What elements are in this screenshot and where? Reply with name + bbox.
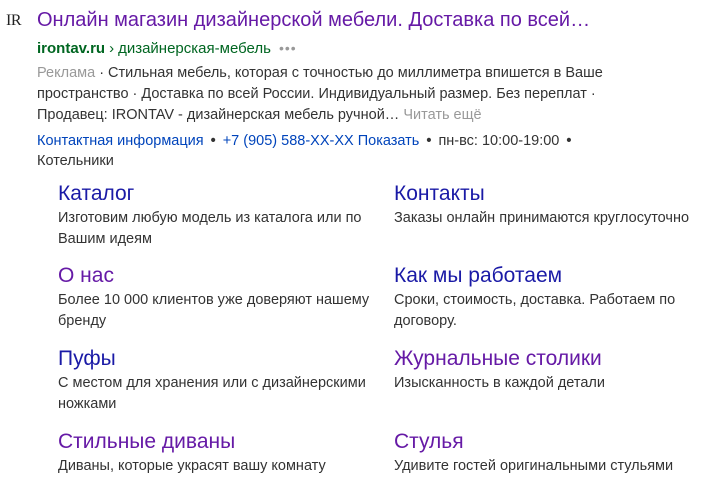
sitelink-title[interactable]: Каталог: [58, 180, 378, 208]
contacts-line: Контактная информация • +7 (905) 588-XX-XX…: [37, 131, 717, 171]
more-options-icon[interactable]: •••: [279, 38, 297, 58]
sitelink-catalog: Каталог Изготовим любую модель из катало…: [58, 180, 378, 250]
sitelink-contacts: Контакты Заказы онлайн принимаются кругл…: [394, 180, 714, 229]
sitelink-how-we-work: Как мы работаем Сроки, стоимость, достав…: [394, 262, 714, 332]
snippet-text-1: · Стильная мебель, которая с точностью д…: [99, 65, 603, 81]
separator-dot: •: [426, 133, 432, 149]
result-url: irontav.ru › дизайнерская-мебель •••: [37, 38, 297, 59]
separator-dot: •: [210, 133, 216, 149]
sitelink-title[interactable]: Как мы работаем: [394, 262, 714, 290]
sitelink-title[interactable]: О нас: [58, 262, 378, 290]
city: Котельники: [37, 153, 114, 169]
snippet-text-3: Продавец: IRONTAV - дизайнерская мебель …: [37, 107, 400, 123]
result-domain-link[interactable]: irontav.ru: [37, 40, 105, 57]
sitelink-desc: Удивите гостей оригинальными стульями: [394, 458, 674, 474]
snippet-line: Продавец: IRONTAV - дизайнерская мебель …: [37, 105, 717, 126]
snippet-text-2: пространство · Доставка по всей России. …: [37, 86, 596, 102]
sitelink-title[interactable]: Пуфы: [58, 345, 378, 373]
sitelink-title[interactable]: Стильные диваны: [58, 428, 378, 456]
breadcrumb-separator: ›: [109, 40, 115, 57]
sitelink-poufs: Пуфы С местом для хранения или с дизайне…: [58, 345, 378, 415]
sitelink-desc: С местом для хранения или с дизайнерским…: [58, 375, 366, 412]
contact-info-link[interactable]: Контактная информация: [37, 133, 204, 149]
site-favicon: IR: [6, 12, 22, 29]
sitelink-title[interactable]: Журнальные столики: [394, 345, 714, 373]
sitelink-title[interactable]: Контакты: [394, 180, 714, 208]
sitelink-coffee-tables: Журнальные столики Изысканность в каждой…: [394, 345, 714, 394]
sitelink-desc: Сроки, стоимость, доставка. Работаем по …: [394, 292, 676, 329]
working-hours: пн-вс: 10:00-19:00: [438, 133, 560, 149]
sitelink-desc: Изысканность в каждой детали: [394, 375, 605, 391]
sitelink-about: О нас Более 10 000 клиентов уже доверяют…: [58, 262, 378, 332]
snippet-line: Реклама · Стильная мебель, которая с точ…: [37, 63, 717, 84]
sitelink-desc: Диваны, которые украсят вашу комнату: [58, 458, 326, 474]
ad-label: Реклама: [37, 65, 96, 81]
result-snippet: Реклама · Стильная мебель, которая с точ…: [37, 63, 717, 126]
sitelink-desc: Заказы онлайн принимаются круглосуточно: [394, 210, 690, 226]
result-title-link[interactable]: Онлайн магазин дизайнерской мебели. Дост…: [37, 7, 717, 33]
result-path-link[interactable]: дизайнерская-мебель: [118, 40, 271, 57]
separator-dot: •: [566, 133, 572, 149]
sitelink-desc: Изготовим любую модель из каталога или п…: [58, 210, 362, 247]
sitelink-chairs: Стулья Удивите гостей оригинальными стул…: [394, 428, 714, 477]
read-more-link[interactable]: Читать ещё: [403, 107, 481, 123]
sitelink-title[interactable]: Стулья: [394, 428, 714, 456]
phone-show-link[interactable]: +7 (905) 588-XX-XX Показать: [223, 133, 420, 149]
sitelink-desc: Более 10 000 клиентов уже доверяют нашем…: [58, 292, 370, 329]
sitelink-sofas: Стильные диваны Диваны, которые украсят …: [58, 428, 378, 477]
